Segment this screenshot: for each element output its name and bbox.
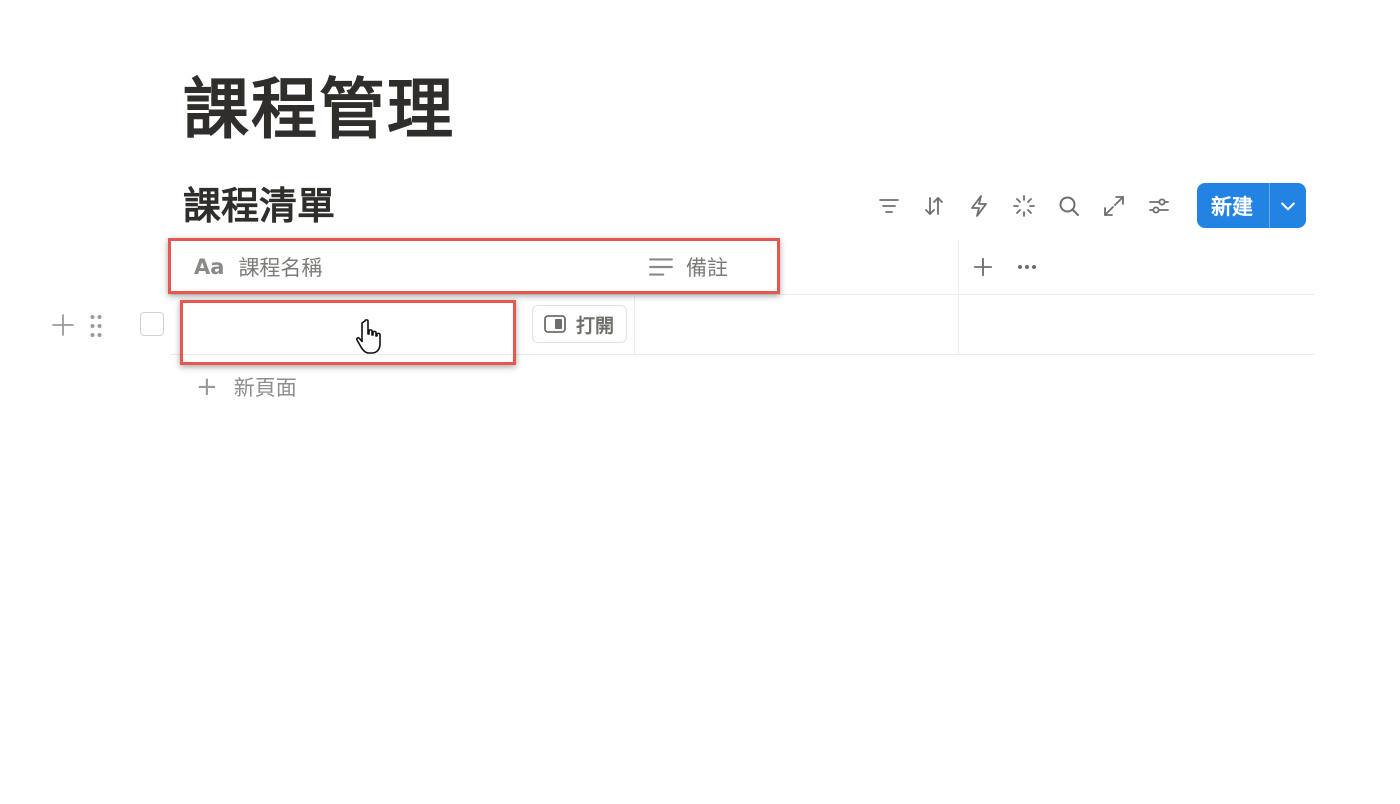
plus-icon: [52, 314, 74, 336]
table-header: Aa 課程名稱 備註: [170, 240, 1315, 295]
open-page-label: 打開: [576, 314, 615, 337]
column-header-label: 備註: [686, 256, 728, 280]
course-name-cell[interactable]: [182, 302, 512, 362]
table-row: 打開: [170, 240, 1315, 355]
column-header-label: 課程名稱: [238, 256, 323, 280]
side-peek-icon: [544, 315, 566, 333]
settings-icon[interactable]: [1136, 183, 1181, 228]
drag-handle-icon[interactable]: [84, 310, 108, 342]
expand-icon[interactable]: [1091, 183, 1136, 228]
column-header-name[interactable]: Aa 課程名稱: [194, 240, 322, 294]
sort-icon[interactable]: [911, 183, 956, 228]
row-add-button[interactable]: [48, 310, 78, 340]
search-icon[interactable]: [1046, 183, 1091, 228]
ellipsis-icon: [1018, 265, 1036, 269]
new-button-group: 新建: [1197, 183, 1306, 228]
new-page-label: 新頁面: [233, 376, 297, 400]
add-property-button[interactable]: [968, 252, 998, 282]
database-title[interactable]: 課程清單: [183, 182, 335, 230]
more-options-button[interactable]: [1012, 252, 1042, 282]
open-page-button[interactable]: 打開: [532, 305, 628, 343]
new-page-button[interactable]: + 新頁面: [196, 370, 297, 404]
automation-icon[interactable]: [956, 183, 1001, 228]
page-title: 課程管理: [183, 71, 455, 148]
cell-divider: [634, 296, 635, 354]
plus-icon: +: [196, 372, 218, 402]
row-checkbox[interactable]: [140, 312, 164, 336]
new-dropdown-button[interactable]: [1270, 183, 1306, 228]
column-header-notes[interactable]: 備註: [648, 240, 728, 294]
chevron-down-icon: [1281, 202, 1295, 210]
text-lines-icon: [649, 258, 673, 276]
cell-divider: [958, 240, 959, 354]
ai-sparkle-icon[interactable]: [1001, 183, 1046, 228]
filter-icon[interactable]: [866, 183, 911, 228]
new-button[interactable]: 新建: [1197, 183, 1270, 228]
plus-icon: [973, 257, 993, 277]
database-toolbar: 新建: [866, 183, 1306, 228]
title-property-icon: Aa: [194, 255, 225, 279]
